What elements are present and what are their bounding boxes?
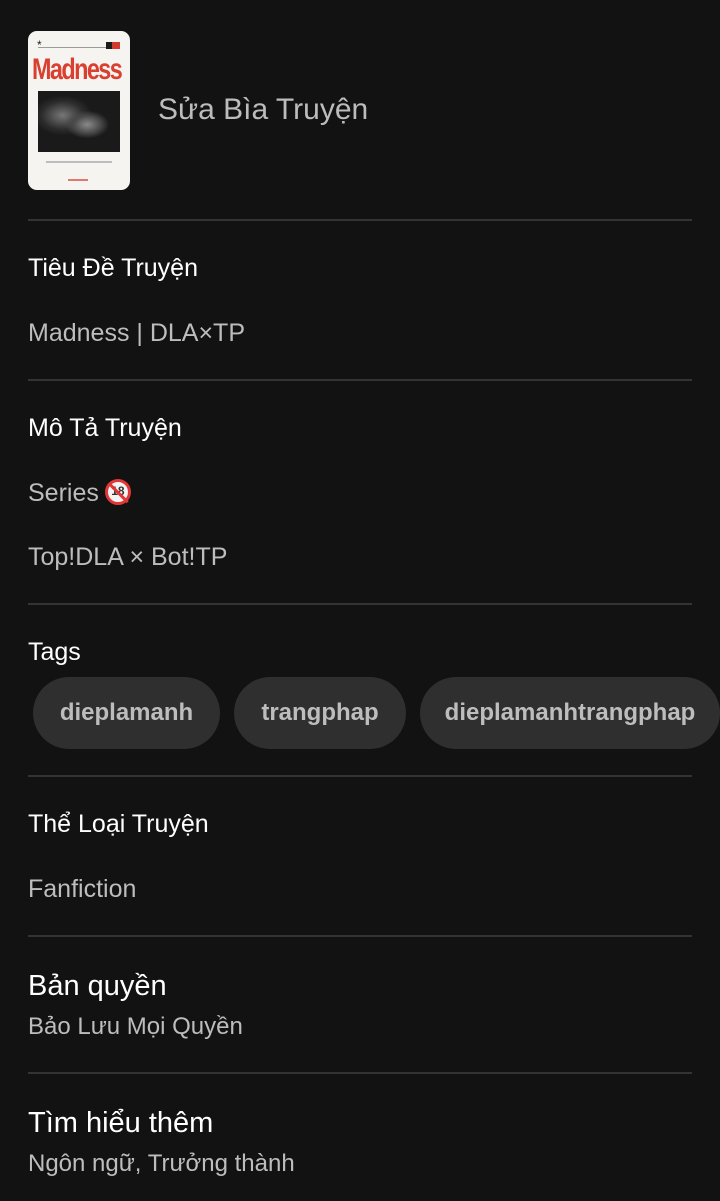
copyright-value: Bảo Lưu Mọi Quyền xyxy=(28,1013,243,1040)
story-description-heading: Mô Tả Truyện xyxy=(28,414,182,442)
cover-title-text: Madness xyxy=(32,53,123,86)
learn-more-value: Ngôn ngữ, Trưởng thành xyxy=(28,1150,295,1177)
tag-chip[interactable]: dieplamanhtrangphap xyxy=(420,677,720,749)
tags-heading: Tags xyxy=(28,638,81,666)
divider xyxy=(28,775,692,777)
story-title-heading: Tiêu Đề Truyện xyxy=(28,254,198,282)
description-series-text: Series xyxy=(28,479,99,507)
category-value[interactable]: Fanfiction xyxy=(28,875,136,904)
story-title-value[interactable]: Madness | DLA×TP xyxy=(28,319,245,348)
divider xyxy=(28,935,692,937)
tag-list: dieplamanh trangphap dieplamanhtrangphap xyxy=(33,677,720,749)
tag-chip[interactable]: trangphap xyxy=(234,677,406,749)
edit-cover-label[interactable]: Sửa Bìa Truyện xyxy=(158,93,368,127)
category-heading: Thể Loại Truyện xyxy=(28,810,209,838)
divider xyxy=(28,379,692,381)
story-description-line2[interactable]: Top!DLA × Bot!TP xyxy=(28,543,227,572)
story-cover-image[interactable]: * Madness xyxy=(28,31,130,190)
divider xyxy=(28,219,692,221)
edit-cover-row[interactable]: * Madness Sửa Bìa Truyện xyxy=(28,31,692,191)
age-18-icon: 18 xyxy=(104,479,131,505)
tag-chip[interactable]: dieplamanh xyxy=(33,677,220,749)
cover-photo xyxy=(38,91,120,152)
asterisk-icon: * xyxy=(37,38,42,52)
cover-author-line xyxy=(68,179,88,181)
divider xyxy=(28,1072,692,1074)
learn-more-heading[interactable]: Tìm hiểu thêm xyxy=(28,1107,213,1140)
copyright-heading[interactable]: Bản quyền xyxy=(28,970,167,1003)
story-description-line1[interactable]: Series 18 xyxy=(28,479,131,508)
cover-corner-mark-red xyxy=(112,42,120,49)
cover-tagline xyxy=(46,161,112,163)
divider xyxy=(28,603,692,605)
